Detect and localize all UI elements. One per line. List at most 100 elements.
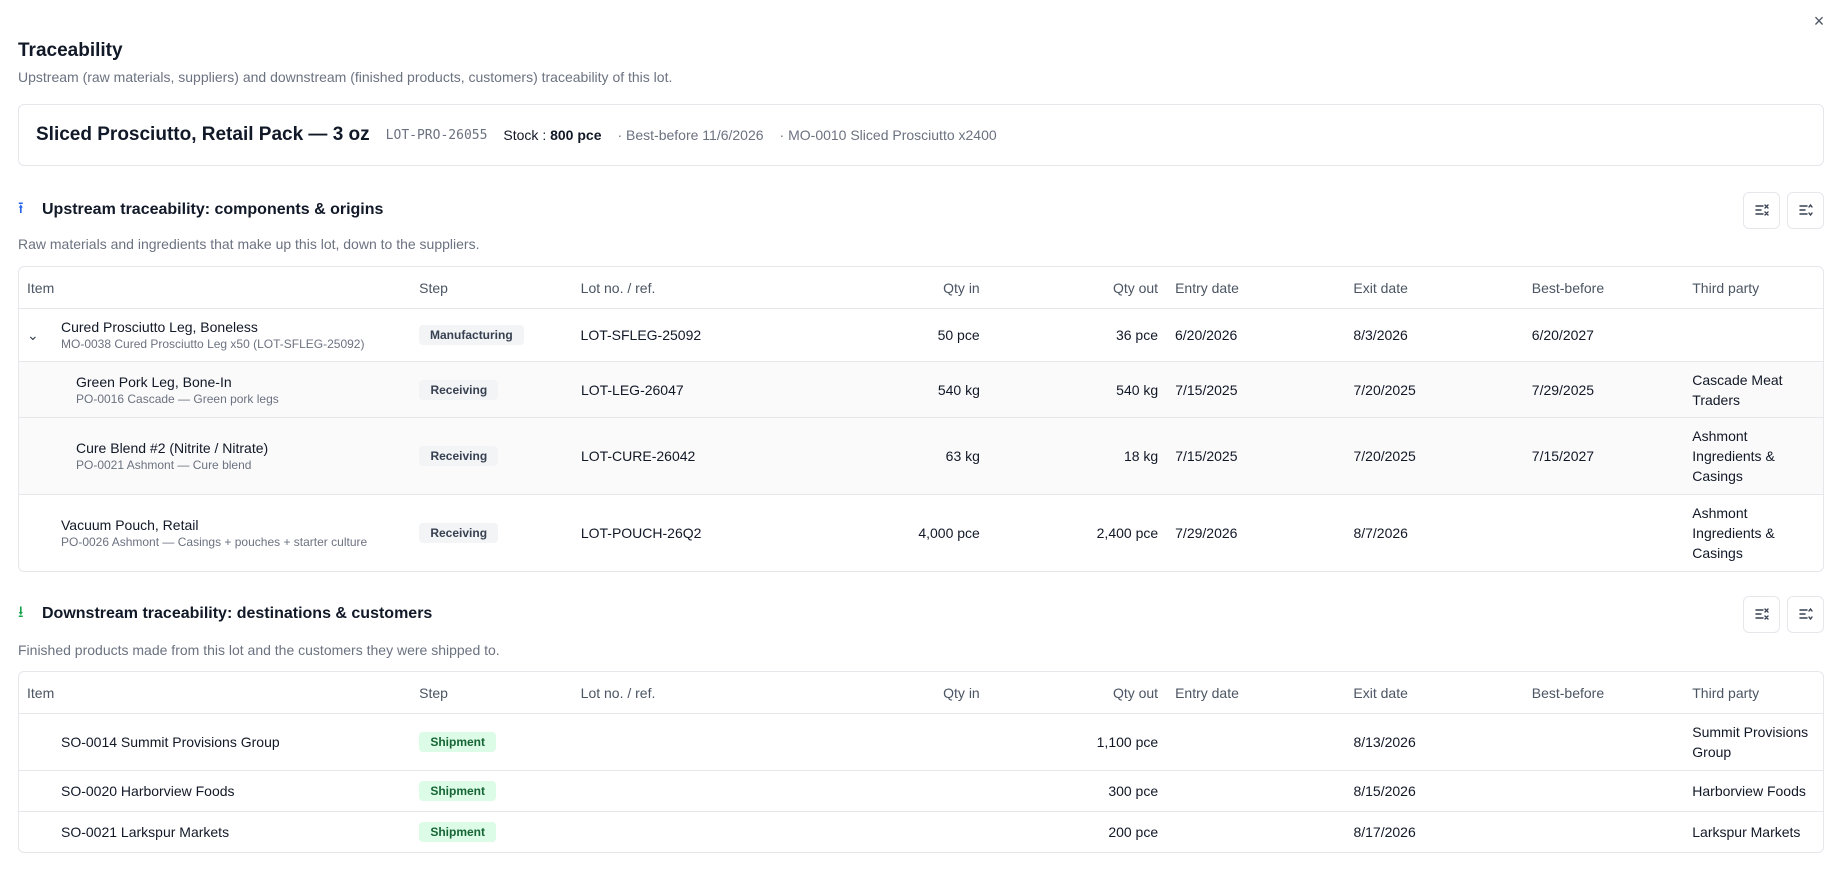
col-item: Item xyxy=(27,279,55,296)
table-header: Item Step Lot no. / ref. Qty in Qty out … xyxy=(19,672,1823,713)
entry-date: 6/20/2026 xyxy=(1175,327,1238,343)
expand-icon xyxy=(1798,607,1813,621)
lot-mo: · MO-0010 Sliced Prosciutto x2400 xyxy=(779,127,997,143)
item-ref: MO-0038 Cured Prosciutto Leg x50 (LOT-SF… xyxy=(61,337,365,351)
collapse-all-button[interactable] xyxy=(1743,191,1780,229)
col-entry-date: Entry date xyxy=(1175,279,1239,296)
lot-ref: LOT-LEG-26047 xyxy=(580,381,684,398)
exit-date: 8/17/2026 xyxy=(1353,824,1416,840)
exit-date: 8/7/2026 xyxy=(1353,525,1408,541)
col-third-party: Third party xyxy=(1692,684,1760,701)
collapse-icon xyxy=(1754,608,1769,620)
lot-summary-card: Sliced Prosciutto, Retail Pack — 3 oz LO… xyxy=(18,104,1824,166)
third-party: Ashmont Ingredients & Casings xyxy=(1692,505,1775,561)
col-qty-in: Qty in xyxy=(943,684,980,701)
lot-best-before: · Best-before 11/6/2026 xyxy=(617,127,764,143)
step-badge: Shipment xyxy=(419,781,497,801)
col-third-party: Third party xyxy=(1692,279,1760,296)
col-item: Item xyxy=(27,684,55,701)
expand-all-button[interactable] xyxy=(1787,595,1824,633)
col-lot: Lot no. / ref. xyxy=(580,279,656,296)
col-step: Step xyxy=(419,684,448,701)
item-ref: PO-0021 Ashmont — Cure blend xyxy=(76,458,252,472)
page-title: Traceability xyxy=(18,40,123,61)
upstream-header: ⭱ Upstream traceability: components & or… xyxy=(18,191,1824,229)
expand-icon xyxy=(1798,203,1813,217)
col-exit-date: Exit date xyxy=(1353,684,1408,701)
qty-out: 540 kg xyxy=(1116,381,1159,398)
qty-in: 50 pce xyxy=(937,327,980,343)
downstream-header: ⭳ Downstream traceability: destinations … xyxy=(18,595,1824,633)
table-row[interactable]: SO-0020 Harborview Foods Shipment 300 pc… xyxy=(19,770,1823,811)
table-row[interactable]: SO-0021 Larkspur Markets Shipment 200 pc… xyxy=(19,811,1823,852)
arrow-up-icon: ⭱ xyxy=(18,199,24,217)
col-step: Step xyxy=(419,279,448,296)
third-party: Summit Provisions Group xyxy=(1692,724,1809,760)
lot-ref: LOT-CURE-26042 xyxy=(580,448,696,464)
item-ref: PO-0026 Ashmont — Casings + pouches + st… xyxy=(61,535,368,549)
col-qty-in: Qty in xyxy=(943,279,980,296)
step-badge: Receiving xyxy=(419,379,499,400)
table-row[interactable]: Green Pork Leg, Bone-In PO-0016 Cascade … xyxy=(19,361,1823,417)
entry-date: 7/15/2025 xyxy=(1175,448,1238,464)
item-name: Cure Blend #2 (Nitrite / Nitrate) xyxy=(76,440,269,456)
third-party: Cascade Meat Traders xyxy=(1692,371,1783,408)
step-badge: Receiving xyxy=(419,523,499,543)
lot-name: Sliced Prosciutto, Retail Pack — 3 oz xyxy=(36,124,370,145)
downstream-desc: Finished products made from this lot and… xyxy=(18,642,500,658)
step-badge: Shipment xyxy=(419,822,497,842)
collapse-all-button[interactable] xyxy=(1743,595,1780,633)
table-row[interactable]: Vacuum Pouch, Retail PO-0026 Ashmont — C… xyxy=(19,494,1823,571)
lot-ref: LOT-POUCH-26Q2 xyxy=(580,525,702,541)
qty-out: 36 pce xyxy=(1115,327,1158,343)
third-party: Larkspur Markets xyxy=(1692,824,1801,840)
item-name: Cured Prosciutto Leg, Boneless xyxy=(61,319,258,335)
col-entry-date: Entry date xyxy=(1175,684,1239,701)
table-row[interactable]: ⌄ Cured Prosciutto Leg, Boneless MO-0038… xyxy=(19,308,1823,361)
qty-out: 2,400 pce xyxy=(1096,525,1159,541)
stock-value: 800 pce xyxy=(550,127,602,143)
expand-all-button[interactable] xyxy=(1787,191,1824,229)
lot-ref: LOT-SFLEG-25092 xyxy=(580,327,702,343)
upstream-title: Upstream traceability: components & orig… xyxy=(42,201,384,218)
step-badge: Receiving xyxy=(419,446,499,466)
col-best-before: Best-before xyxy=(1531,684,1605,701)
lot-stock: Stock : 800 pce xyxy=(503,127,601,143)
exit-date: 8/13/2026 xyxy=(1353,734,1416,750)
stock-label: Stock : xyxy=(503,127,547,143)
third-party: Ashmont Ingredients & Casings xyxy=(1692,428,1775,484)
table-row[interactable]: Cure Blend #2 (Nitrite / Nitrate) PO-002… xyxy=(19,417,1823,494)
col-lot: Lot no. / ref. xyxy=(580,684,656,701)
downstream-table: Item Step Lot no. / ref. Qty in Qty out … xyxy=(18,671,1824,853)
downstream-title: Downstream traceability: destinations & … xyxy=(42,605,433,622)
upstream-desc: Raw materials and ingredients that make … xyxy=(18,236,480,252)
close-button[interactable]: × xyxy=(1808,10,1830,32)
best-before: 6/20/2027 xyxy=(1531,327,1594,343)
qty-out: 1,100 pce xyxy=(1096,734,1159,750)
qty-out: 18 kg xyxy=(1123,448,1159,464)
item-name: Green Pork Leg, Bone-In xyxy=(76,373,232,390)
qty-in: 4,000 pce xyxy=(918,525,980,541)
item-name: SO-0014 Summit Provisions Group xyxy=(61,734,280,750)
exit-date: 8/15/2026 xyxy=(1353,783,1416,799)
item-name: SO-0020 Harborview Foods xyxy=(61,783,235,799)
qty-in: 540 kg xyxy=(937,381,980,398)
chevron-down-icon[interactable]: ⌄ xyxy=(27,327,51,344)
exit-date: 7/20/2025 xyxy=(1353,381,1416,398)
best-before: 7/29/2025 xyxy=(1531,381,1595,398)
exit-date: 7/20/2025 xyxy=(1353,448,1416,464)
item-name: SO-0021 Larkspur Markets xyxy=(61,824,230,840)
col-best-before: Best-before xyxy=(1531,279,1605,296)
entry-date: 7/29/2026 xyxy=(1175,525,1238,541)
upstream-table: Item Step Lot no. / ref. Qty in Qty out … xyxy=(18,266,1824,572)
third-party: Harborview Foods xyxy=(1692,783,1806,799)
page-subtitle: Upstream (raw materials, suppliers) and … xyxy=(18,69,673,85)
item-name: Vacuum Pouch, Retail xyxy=(61,517,199,533)
qty-in: 63 kg xyxy=(945,448,980,464)
qty-out: 200 pce xyxy=(1108,824,1159,840)
best-before: 7/15/2027 xyxy=(1531,448,1595,464)
table-header: Item Step Lot no. / ref. Qty in Qty out … xyxy=(19,267,1823,308)
step-badge: Manufacturing xyxy=(419,325,524,345)
table-row[interactable]: SO-0014 Summit Provisions Group Shipment… xyxy=(19,713,1823,770)
col-exit-date: Exit date xyxy=(1353,279,1408,296)
